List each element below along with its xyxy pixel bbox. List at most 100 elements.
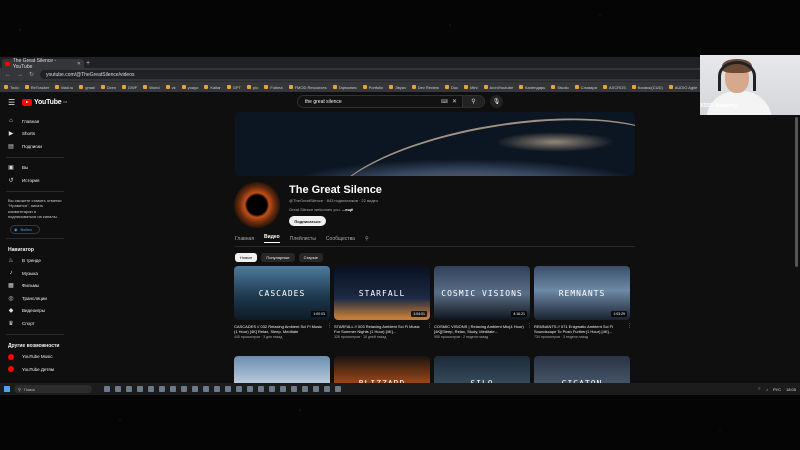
app-icon[interactable]	[269, 386, 275, 392]
video-card[interactable]: CASCADES 1:00:03 CASCADES // 032 Relaxing …	[234, 266, 332, 339]
sidebar-item-history[interactable]: ↺ История	[0, 174, 70, 187]
reload-icon[interactable]: ↻	[29, 71, 34, 78]
forward-icon[interactable]: →	[17, 72, 23, 78]
browser-tab[interactable]: The Great Silence - YouTube ✕	[2, 58, 84, 70]
video-title[interactable]: STARFALL // 003 Relaxing Ambient Sci Fi …	[334, 324, 424, 334]
tab-playlists[interactable]: Плейлисты	[290, 236, 316, 242]
bookmark-item[interactable]: AUDIO Agile	[668, 85, 697, 90]
search-box[interactable]: the great silence ⌨ ✕ ⚲	[297, 95, 485, 108]
channel-description[interactable]: Great Silence welcomes you. ...ещё	[289, 207, 353, 212]
search-button[interactable]: ⚲	[462, 96, 484, 107]
bookmark-item[interactable]: Kaltar	[204, 85, 221, 90]
bookmark-item[interactable]: DWF	[122, 85, 137, 90]
video-title[interactable]: REMNANTS // 071 Enigmatic Ambient Sci Fi…	[534, 324, 624, 334]
bookmark-item[interactable]: Doc	[445, 85, 458, 90]
more-link[interactable]: ...ещё	[342, 207, 353, 212]
app-icon[interactable]	[247, 386, 253, 392]
sidebar-item-live[interactable]: ◎ Трансляции	[0, 292, 70, 305]
app-icon[interactable]	[214, 386, 220, 392]
more-actions-icon[interactable]: ⋮	[527, 323, 532, 329]
video-title[interactable]: CASCADES // 032 Relaxing Ambient Sci Fi …	[234, 324, 324, 334]
sidebar-item-music[interactable]: ♪ Музыка	[0, 267, 70, 280]
bookmark-item[interactable]: ArchiYoutube	[483, 85, 513, 90]
app-icon[interactable]	[192, 386, 198, 392]
new-tab-icon[interactable]: +	[86, 59, 90, 68]
close-tab-icon[interactable]: ✕	[77, 61, 81, 67]
video-card[interactable]: STARFALL 1:04:01 STARFALL // 003 Relaxing …	[334, 266, 432, 339]
app-icon[interactable]	[280, 386, 286, 392]
bookmark-item[interactable]: Todo	[4, 85, 19, 90]
app-icon[interactable]	[104, 386, 110, 392]
bookmark-item[interactable]: Dev Review	[411, 85, 439, 90]
bookmark-item[interactable]: World	[143, 85, 160, 90]
bookmark-item[interactable]: Звуки	[389, 85, 406, 90]
page-scrollbar[interactable]	[795, 117, 798, 267]
bookmark-item[interactable]: AXCROS	[602, 85, 626, 90]
video-thumbnail[interactable]: CASCADES 1:00:03	[234, 266, 330, 320]
video-title[interactable]: COSMIC VISIONS | Relaxing Ambient Mix(4 …	[434, 324, 524, 334]
app-icon[interactable]	[335, 386, 341, 392]
chip-oldest[interactable]: Старые	[298, 253, 323, 262]
app-icon[interactable]	[236, 386, 242, 392]
tab-videos[interactable]: Видео	[264, 234, 280, 243]
app-icon[interactable]	[115, 386, 121, 392]
bookmark-item[interactable]: GPT	[226, 85, 241, 90]
url-field[interactable]: youtube.com/@TheGreatSilence/videos	[40, 70, 755, 79]
taskbar-search[interactable]: ⚲ Поиск	[14, 385, 92, 393]
bookmark-item[interactable]: Mail.ru	[55, 85, 73, 90]
app-icon[interactable]	[170, 386, 176, 392]
bookmark-item[interactable]: FMOD Resources	[288, 85, 327, 90]
keyboard-icon[interactable]: ⌨	[441, 99, 452, 105]
back-icon[interactable]: ←	[5, 72, 11, 78]
app-icon[interactable]	[203, 386, 209, 392]
bookmark-item[interactable]: Fotima	[264, 85, 283, 90]
app-icon[interactable]	[291, 386, 297, 392]
video-thumbnail[interactable]: COSMIC VISIONS 4:16:21	[434, 266, 530, 320]
channel-avatar[interactable]	[234, 182, 280, 228]
volume-icon[interactable]: ♪	[766, 387, 768, 392]
language-indicator[interactable]: РУС	[773, 387, 781, 392]
app-icon[interactable]	[181, 386, 187, 392]
bookmark-item[interactable]: Mini	[464, 85, 478, 90]
tab-home[interactable]: Главная	[235, 236, 254, 242]
app-icon[interactable]	[126, 386, 132, 392]
app-icon[interactable]	[159, 386, 165, 392]
sidebar-item-you[interactable]: ▣ Вы	[0, 162, 70, 175]
tab-community[interactable]: Сообщества	[326, 236, 355, 242]
more-actions-icon[interactable]: ⋮	[327, 323, 332, 329]
search-input[interactable]: the great silence	[305, 99, 342, 105]
video-thumbnail[interactable]: REMNANTS 1:03:29	[534, 266, 630, 320]
voice-search-button[interactable]: 🎙	[490, 95, 503, 108]
bookmark-item[interactable]: plo	[247, 85, 258, 90]
channel-search-icon[interactable]: ⚲	[365, 236, 369, 242]
chip-popular[interactable]: Популярные	[261, 253, 295, 262]
app-icon[interactable]	[313, 386, 319, 392]
app-icon[interactable]	[324, 386, 330, 392]
clock[interactable]: 18:05	[786, 387, 796, 392]
sidebar-item-shorts[interactable]: ▶ Shorts	[0, 128, 70, 141]
menu-icon[interactable]: ☰	[8, 98, 22, 107]
app-icon[interactable]	[302, 386, 308, 392]
more-actions-icon[interactable]: ⋮	[627, 323, 632, 329]
app-icon[interactable]	[258, 386, 264, 392]
sidebar-item-subscriptions[interactable]: ▤ Подписки	[0, 140, 70, 153]
subscribe-button[interactable]: Подписаться	[289, 216, 326, 226]
app-icon[interactable]	[148, 386, 154, 392]
clear-search-icon[interactable]: ✕	[452, 98, 462, 105]
bookmark-item[interactable]: Словари	[574, 85, 597, 90]
video-card[interactable]: COSMIC VISIONS 4:16:21 COSMIC VISIONS | Re…	[434, 266, 532, 339]
bookmark-item[interactable]: Studio	[551, 85, 569, 90]
sidebar-item-trending[interactable]: ♨ В тренде	[0, 255, 70, 268]
bookmark-item[interactable]: yoayo	[181, 85, 198, 90]
sidebar-item-sport[interactable]: ♛ Спорт	[0, 317, 70, 330]
video-card[interactable]: REMNANTS 1:03:29 REMNANTS // 071 Enigmatic…	[534, 266, 632, 339]
bookmark-item[interactable]: Календарь	[519, 85, 545, 90]
bookmark-item[interactable]: vk	[165, 85, 176, 90]
youtube-logo[interactable]: YouTube KZ	[22, 98, 67, 106]
bookmark-item[interactable]: Гармония	[332, 85, 357, 90]
sidebar-item-home[interactable]: ⌂ Главная	[0, 115, 70, 128]
bookmark-item[interactable]: Dzen	[100, 85, 116, 90]
sidebar-item-youtube-kids[interactable]: YouTube Детям	[0, 363, 70, 376]
sidebar-item-movies[interactable]: ▦ Фильмы	[0, 280, 70, 293]
bookmark-item[interactable]: Космос(CUD)	[631, 85, 663, 90]
